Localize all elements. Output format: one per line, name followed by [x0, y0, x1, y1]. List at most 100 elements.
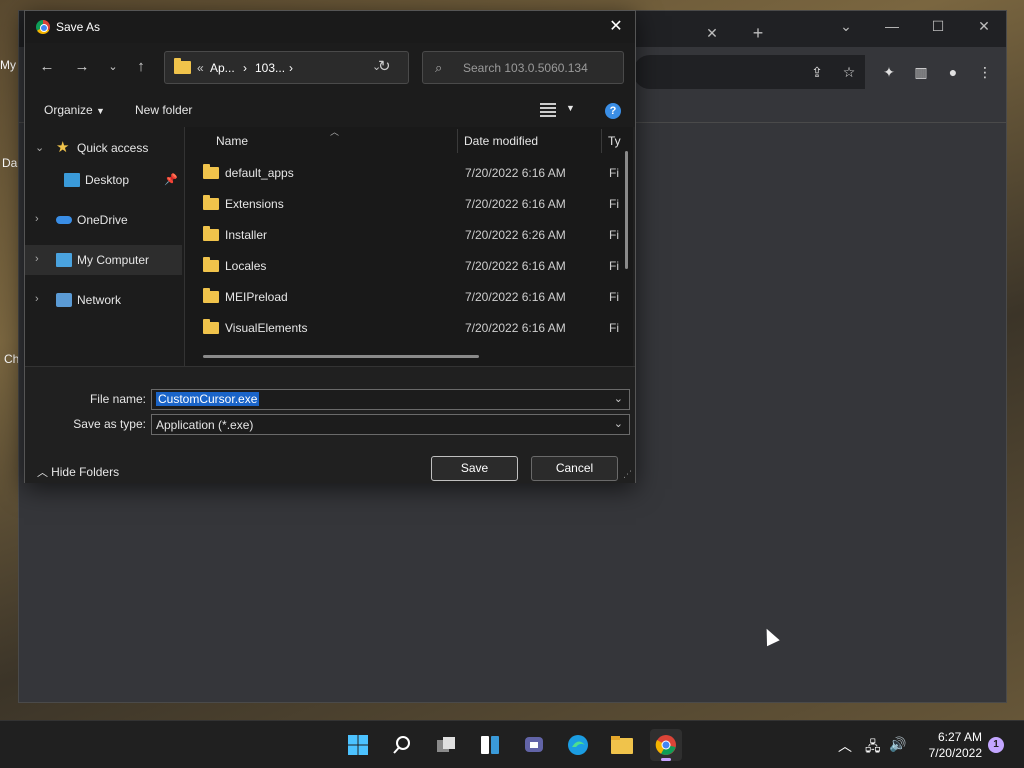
nav-item-onedrive[interactable]: › OneDrive — [25, 205, 182, 235]
column-header-name[interactable]: Name — [216, 134, 248, 148]
breadcrumb-item-version[interactable]: 103... — [255, 61, 285, 75]
new-folder-button[interactable]: New folder — [135, 103, 192, 117]
network-status-icon[interactable]: 🖧 — [865, 736, 881, 760]
file-row[interactable]: default_apps 7/20/2022 6:16 AM Fi — [199, 157, 619, 188]
file-list-header: ︿ Name Date modified Ty — [185, 127, 633, 155]
hide-folders-button[interactable]: ︿ Hide Folders — [37, 464, 119, 480]
share-icon[interactable]: ⇪ — [806, 61, 828, 83]
file-name: default_apps — [225, 166, 294, 180]
minimize-button[interactable]: — — [869, 11, 915, 41]
organize-button[interactable]: Organize ▼ — [44, 103, 105, 117]
file-row[interactable]: MEIPreload 7/20/2022 6:16 AM Fi — [199, 281, 619, 312]
file-row[interactable]: Installer 7/20/2022 6:26 AM Fi — [199, 219, 619, 250]
chevron-down-icon: ▼ — [96, 106, 105, 116]
widgets-button[interactable] — [474, 729, 506, 761]
profile-icon[interactable]: ● — [942, 61, 964, 83]
file-explorer-button[interactable] — [606, 729, 638, 761]
chrome-button[interactable] — [650, 729, 682, 761]
extensions-icon[interactable]: ✦ — [878, 61, 900, 83]
close-window-button[interactable]: ✕ — [961, 11, 1007, 41]
file-name-field[interactable]: CustomCursor.exe ⌄ — [151, 389, 630, 410]
desktop-label-1: My — [0, 58, 16, 72]
column-header-type[interactable]: Ty — [608, 134, 621, 148]
file-name-value[interactable]: CustomCursor.exe — [156, 392, 260, 406]
column-divider[interactable] — [457, 129, 458, 153]
search-input[interactable] — [463, 61, 613, 75]
expand-chevron-icon[interactable]: › — [35, 293, 39, 305]
menu-icon[interactable]: ⋮ — [974, 61, 996, 83]
nav-item-quick-access[interactable]: ⌄ ★ Quick access — [25, 133, 182, 163]
cancel-button[interactable]: Cancel — [531, 456, 618, 481]
save-as-type-select[interactable]: Application (*.exe) ⌄ — [151, 414, 630, 435]
file-row[interactable]: Locales 7/20/2022 6:16 AM Fi — [199, 250, 619, 281]
cloud-icon — [56, 216, 72, 224]
clock[interactable]: 6:27 AM 7/20/2022 — [906, 729, 982, 761]
side-panel-icon[interactable]: ▥ — [910, 61, 932, 83]
forward-arrow-icon[interactable]: → — [72, 57, 92, 77]
pin-icon: 📌 — [164, 174, 178, 186]
expand-chevron-icon[interactable]: › — [35, 213, 39, 225]
nav-item-network[interactable]: › Network — [25, 285, 182, 315]
network-icon — [56, 293, 72, 307]
horizontal-scrollbar[interactable] — [203, 355, 479, 358]
dialog-title: Save As — [56, 20, 101, 34]
search-icon: ⌕ — [435, 60, 443, 75]
file-type: Fi — [609, 166, 619, 180]
column-header-date[interactable]: Date modified — [464, 134, 538, 148]
back-arrow-icon[interactable]: ← — [37, 57, 57, 77]
chevron-down-icon[interactable]: ⌄ — [614, 392, 623, 405]
up-arrow-icon[interactable]: ↑ — [131, 57, 151, 77]
search-button[interactable] — [386, 729, 418, 761]
folder-icon — [203, 195, 219, 210]
omnibox[interactable] — [633, 55, 865, 89]
folder-icon — [203, 319, 219, 334]
breadcrumb-overflow[interactable]: « — [197, 61, 204, 75]
file-date: 7/20/2022 6:16 AM — [465, 197, 566, 211]
edge-button[interactable] — [562, 729, 594, 761]
dialog-close-button[interactable]: ✕ — [605, 16, 627, 38]
folder-icon — [611, 736, 633, 754]
expand-chevron-icon[interactable]: ⌄ — [35, 141, 44, 154]
computer-icon — [56, 253, 72, 267]
save-as-type-value: Application (*.exe) — [156, 418, 254, 432]
task-view-button[interactable] — [430, 729, 462, 761]
vertical-scrollbar[interactable] — [625, 151, 628, 269]
start-button[interactable] — [342, 729, 374, 761]
address-bar[interactable]: « Ap... › 103... › ⌄ — [164, 51, 409, 84]
maximize-button[interactable]: ☐ — [915, 11, 961, 41]
nav-item-desktop[interactable]: Desktop 📌 — [25, 165, 182, 195]
help-icon[interactable]: ? — [605, 103, 621, 119]
new-tab-button[interactable]: + — [745, 15, 771, 51]
recent-locations-chevron-icon[interactable]: ⌄ — [103, 57, 123, 77]
file-row[interactable]: Extensions 7/20/2022 6:16 AM Fi — [199, 188, 619, 219]
teams-chat-button[interactable] — [518, 729, 550, 761]
show-hidden-icons-chevron-icon[interactable]: ︿ — [838, 736, 852, 756]
search-icon — [393, 736, 410, 754]
expand-chevron-icon[interactable]: › — [35, 253, 39, 265]
refresh-icon[interactable]: ↻ — [378, 57, 391, 75]
search-box[interactable]: ⌕ — [422, 51, 624, 84]
breadcrumb-separator-icon: › — [243, 61, 247, 75]
file-name-label: File name: — [89, 392, 146, 406]
chevron-down-icon[interactable]: ⌄ — [614, 417, 623, 430]
nav-item-my-computer[interactable]: › My Computer — [25, 245, 182, 275]
bookmark-star-icon[interactable]: ☆ — [838, 61, 860, 83]
save-button[interactable]: Save — [431, 456, 518, 481]
nav-item-label: Network — [77, 293, 122, 307]
file-date: 7/20/2022 6:16 AM — [465, 321, 566, 335]
resize-grip-icon[interactable]: ⋰ — [623, 469, 632, 480]
navigation-pane: ⌄ ★ Quick access Desktop 📌 › OneDrive › … — [25, 127, 185, 366]
view-options-chevron-icon[interactable]: ▼ — [566, 103, 575, 113]
file-row[interactable]: VisualElements 7/20/2022 6:16 AM Fi — [199, 312, 619, 343]
close-tab-button[interactable]: ✕ — [699, 15, 725, 51]
notification-badge[interactable]: 1 — [988, 737, 1004, 753]
view-options-icon[interactable] — [540, 103, 556, 117]
file-name: MEIPreload — [225, 290, 288, 304]
folder-icon — [203, 164, 219, 179]
tab-search-icon[interactable]: ⌄ — [823, 11, 869, 41]
column-divider[interactable] — [601, 129, 602, 153]
volume-icon[interactable]: 🔊 — [889, 736, 906, 753]
save-as-type-label: Save as type: — [73, 417, 146, 431]
chevron-up-icon: ︿ — [37, 467, 52, 479]
breadcrumb-item-apps[interactable]: Ap... — [210, 61, 235, 75]
